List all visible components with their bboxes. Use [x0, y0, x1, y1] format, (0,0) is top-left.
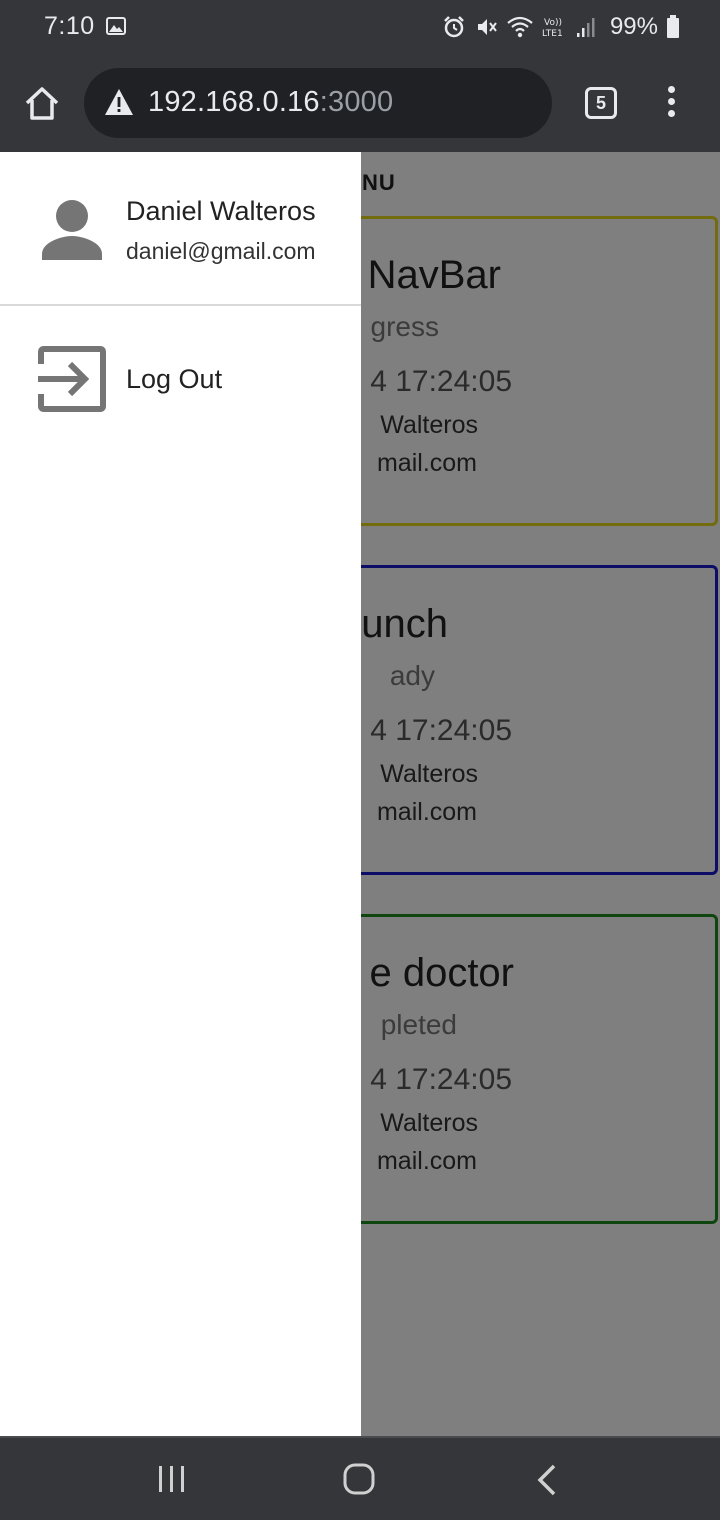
battery-icon: [667, 15, 679, 38]
wifi-icon: [507, 16, 533, 38]
system-navigation-bar: [0, 1436, 720, 1520]
logout-button[interactable]: Log Out: [0, 332, 361, 428]
navigation-drawer: Daniel Walteros daniel@gmail.com Log Out: [0, 152, 361, 1436]
url-port: :3000: [319, 86, 394, 118]
drawer-user-header: Daniel Walteros daniel@gmail.com: [0, 152, 361, 306]
status-time: 7:10: [44, 12, 95, 40]
tab-switcher-button[interactable]: 5: [585, 87, 617, 119]
warning-icon[interactable]: [104, 88, 134, 116]
home-icon[interactable]: [22, 84, 62, 124]
status-icons: Vo)) LTE1 99%: [442, 12, 680, 42]
browser-toolbar: 192.168.0.16:3000 5: [0, 56, 720, 152]
signal-icon: [576, 18, 595, 37]
gallery-icon: [106, 17, 126, 35]
user-email: daniel@gmail.com: [126, 238, 316, 264]
user-name: Daniel Walteros: [126, 196, 316, 226]
url-text[interactable]: 192.168.0.16:3000: [148, 86, 393, 119]
person-icon: [42, 200, 102, 260]
svg-text:LTE1: LTE1: [542, 29, 563, 39]
alarm-icon: [444, 16, 464, 38]
logout-icon: [38, 346, 106, 412]
volte-icon: Vo)) LTE1: [542, 18, 563, 39]
back-icon[interactable]: [536, 1464, 558, 1496]
home-nav-icon[interactable]: [342, 1462, 376, 1496]
logout-label: Log Out: [126, 364, 223, 394]
battery-level: 99%: [609, 13, 658, 40]
mute-icon: [477, 19, 497, 35]
url-host: 192.168.0.16: [148, 86, 320, 118]
more-menu-icon[interactable]: [660, 86, 682, 122]
recent-apps-icon[interactable]: [156, 1464, 188, 1494]
svg-text:Vo)): Vo)): [544, 18, 562, 28]
address-bar[interactable]: 192.168.0.16:3000: [84, 68, 552, 138]
status-bar: 7:10 Vo)) LTE1 99%: [0, 0, 720, 56]
